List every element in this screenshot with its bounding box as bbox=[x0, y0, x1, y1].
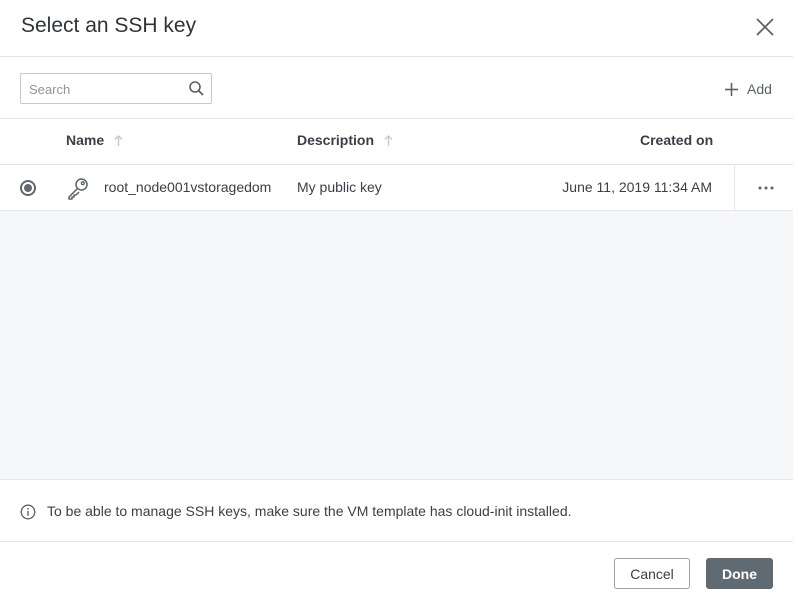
done-button[interactable]: Done bbox=[706, 558, 773, 589]
ssh-key-name: root_node001vstoragedom bbox=[104, 179, 272, 195]
search-icon[interactable] bbox=[188, 80, 205, 97]
select-ssh-key-dialog: Select an SSH key Add Name bbox=[0, 0, 793, 605]
column-header-created-on[interactable]: Created on bbox=[640, 132, 713, 148]
column-header-description[interactable]: Description bbox=[297, 132, 393, 148]
more-actions-icon[interactable] bbox=[752, 177, 780, 199]
dialog-header: Select an SSH key bbox=[0, 0, 793, 57]
column-header-label: Created on bbox=[640, 132, 714, 148]
sort-arrow-up-icon bbox=[384, 134, 393, 146]
info-icon bbox=[20, 504, 36, 520]
key-icon bbox=[68, 178, 88, 200]
info-text: To be able to manage SSH keys, make sure… bbox=[47, 503, 572, 519]
add-ssh-key-button[interactable]: Add bbox=[724, 79, 772, 99]
table-header: Name Description Created on bbox=[0, 119, 793, 165]
row-select-radio[interactable] bbox=[20, 180, 36, 196]
column-header-name[interactable]: Name bbox=[66, 132, 123, 148]
plus-icon bbox=[725, 82, 738, 96]
dialog-footer: Cancel Done bbox=[0, 542, 793, 605]
row-actions-divider bbox=[734, 165, 735, 211]
column-header-label: Description bbox=[297, 132, 375, 148]
search-box[interactable] bbox=[20, 73, 212, 104]
dialog-title: Select an SSH key bbox=[21, 14, 197, 37]
info-banner: To be able to manage SSH keys, make sure… bbox=[0, 480, 793, 542]
ssh-key-description: My public key bbox=[297, 179, 382, 195]
sort-arrow-up-icon bbox=[114, 134, 123, 146]
toolbar: Add bbox=[0, 57, 793, 119]
ssh-keys-table: Name Description Created on root_node001… bbox=[0, 119, 793, 480]
column-header-label: Name bbox=[66, 132, 105, 148]
search-input[interactable] bbox=[29, 79, 184, 99]
close-icon[interactable] bbox=[752, 14, 778, 40]
add-label: Add bbox=[747, 81, 772, 97]
table-row[interactable]: root_node001vstoragedom My public key Ju… bbox=[0, 165, 793, 211]
cancel-button[interactable]: Cancel bbox=[614, 558, 690, 589]
ssh-key-created-on: June 11, 2019 11:34 AM bbox=[562, 179, 712, 195]
